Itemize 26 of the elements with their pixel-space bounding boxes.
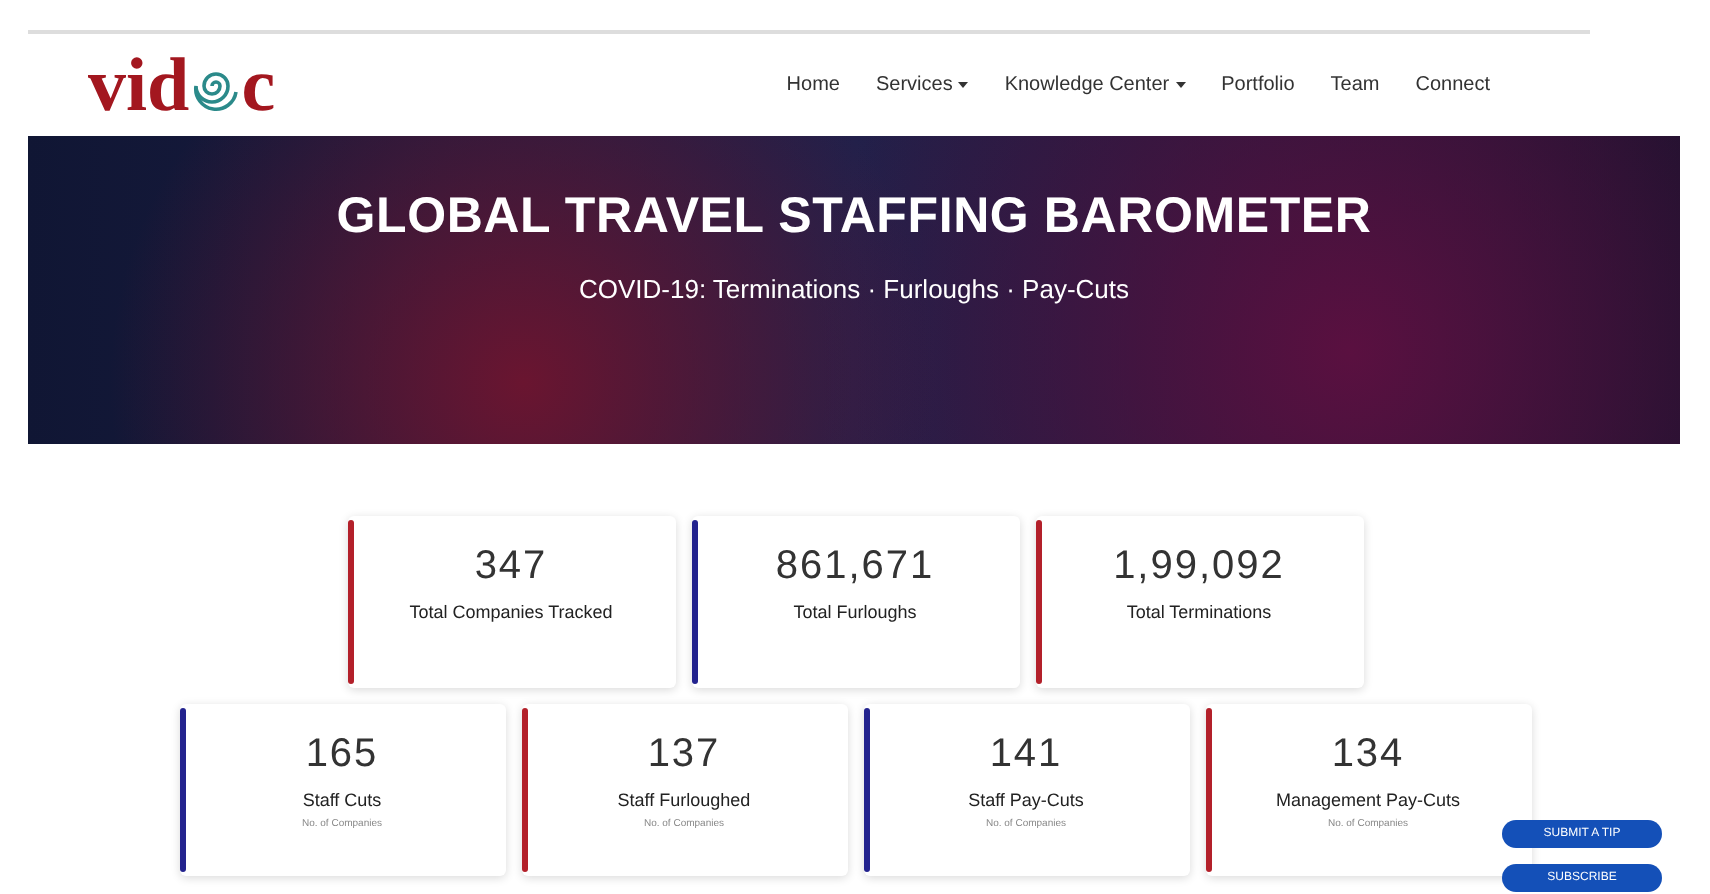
nav-link[interactable]: Home [786, 74, 840, 96]
stat-label: Total Furloughs [793, 602, 917, 622]
stat-label: Staff Pay-Cuts [968, 790, 1084, 810]
stat-value: 137 [647, 732, 721, 778]
stat-value: 347 [474, 544, 548, 590]
nav-link[interactable]: Portfolio [1221, 74, 1295, 96]
nav-link[interactable]: Services [875, 74, 969, 96]
stat-label: Total Terminations [1126, 602, 1272, 622]
hero-title: GLOBAL TRAVEL STAFFING BAROMETER [336, 188, 1372, 246]
nav-link[interactable]: Knowledge Center [1004, 74, 1186, 96]
hero-subtitle: COVID-19: Terminations · Furloughs · Pay-Cuts [578, 274, 1130, 304]
caret-icon [1175, 81, 1186, 88]
nav-link[interactable]: Connect [1415, 74, 1490, 96]
stat-label: Management Pay-Cuts [1275, 790, 1461, 810]
stat-value: 165 [305, 732, 379, 778]
stat-value: 134 [1331, 732, 1405, 778]
stat-label: Staff Cuts [302, 790, 382, 810]
nav-link[interactable]: Team [1330, 74, 1380, 96]
caret-icon [958, 81, 969, 88]
logo-text: c [241, 47, 276, 123]
stat-label: Staff Furloughed [617, 790, 751, 810]
stat-value: 141 [989, 732, 1063, 778]
stat-label: Total Companies Tracked [409, 602, 613, 622]
stat-value: 1,99,092 [1113, 544, 1285, 590]
stat-value: 861,671 [775, 544, 935, 590]
logo-text: vid [88, 47, 190, 123]
